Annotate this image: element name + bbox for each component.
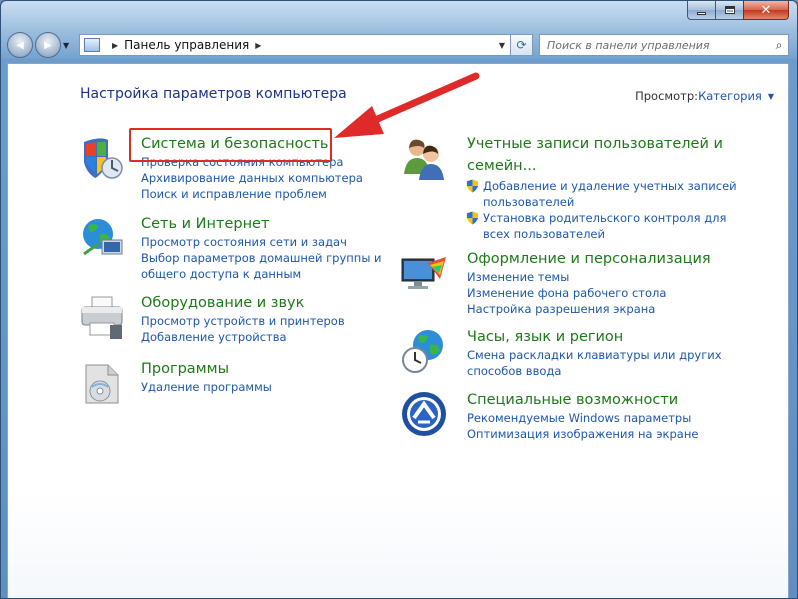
link-homegroup-options[interactable]: Выбор параметров домашней группы и bbox=[141, 250, 382, 266]
view-by-dropdown[interactable]: Категория ▼ bbox=[698, 89, 774, 103]
page-title: Настройка параметров компьютера bbox=[80, 86, 347, 102]
printer-icon bbox=[81, 296, 123, 339]
breadcrumb-separator-icon[interactable]: ▶ bbox=[112, 41, 118, 50]
link-screen-resolution[interactable]: Настройка разрешения экрана bbox=[467, 301, 655, 317]
control-panel-window: ✕ ◀ ▶ ▼ ▶ Панель управления ▶ ▼ ⟳ ⌕ Наст… bbox=[0, 0, 798, 599]
close-button[interactable]: ✕ bbox=[743, 1, 789, 20]
link-change-theme[interactable]: Изменение темы bbox=[467, 269, 569, 285]
recent-pages-dropdown[interactable]: ▼ bbox=[63, 41, 75, 50]
link-change-keyboard-line2[interactable]: способов ввода bbox=[467, 363, 561, 379]
link-optimize-display[interactable]: Оптимизация изображения на экране bbox=[467, 426, 698, 442]
category-network-internet: Сеть и Интернет Просмотр состояния сети … bbox=[78, 214, 382, 286]
address-bar[interactable]: ▶ Панель управления ▶ ▼ bbox=[79, 34, 511, 56]
link-parental-controls-line2[interactable]: всех пользователей bbox=[483, 226, 605, 242]
link-add-remove-accounts[interactable]: Добавление и удаление учетных записей bbox=[483, 178, 737, 194]
search-input[interactable] bbox=[540, 35, 770, 55]
content-pane: Настройка параметров компьютера Просмотр… bbox=[7, 63, 789, 598]
category-clock-language-region: Часы, язык и регион Смена раскладки клав… bbox=[400, 327, 722, 387]
personalization-monitor-icon bbox=[401, 257, 446, 289]
category-user-accounts: Учетные записи пользователей и семейн...… bbox=[400, 134, 737, 244]
network-globe-icon bbox=[83, 219, 123, 256]
back-arrow-icon: ◀ bbox=[16, 39, 24, 51]
category-title-clock-region[interactable]: Часы, язык и регион bbox=[467, 327, 623, 347]
forward-button[interactable]: ▶ bbox=[35, 32, 61, 58]
breadcrumb-control-panel[interactable]: Панель управления bbox=[124, 38, 249, 52]
link-sharing-options[interactable]: общего доступа к данным bbox=[141, 266, 301, 282]
chevron-down-icon: ▼ bbox=[767, 91, 774, 101]
clock-globe-icon bbox=[402, 330, 443, 373]
link-parental-controls[interactable]: Установка родительского контроля для bbox=[483, 210, 726, 226]
category-title-network-internet[interactable]: Сеть и Интернет bbox=[141, 214, 269, 234]
view-by-value: Категория bbox=[698, 89, 762, 103]
navigation-bar: ◀ ▶ ▼ ▶ Панель управления ▶ ▼ ⟳ ⌕ bbox=[7, 31, 789, 59]
programs-box-icon bbox=[85, 364, 119, 404]
link-uninstall-program[interactable]: Удаление программы bbox=[141, 379, 272, 395]
link-change-desktop-background[interactable]: Изменение фона рабочего стола bbox=[467, 285, 666, 301]
category-appearance: Оформление и персонализация Изменение те… bbox=[400, 249, 720, 319]
maximize-icon bbox=[724, 6, 735, 14]
category-title-user-accounts-line2[interactable]: семейн... bbox=[467, 156, 536, 176]
category-hardware-sound: Оборудование и звук Просмотр устройств и… bbox=[78, 293, 378, 353]
category-title-programs[interactable]: Программы bbox=[141, 359, 229, 379]
maximize-button[interactable] bbox=[715, 1, 743, 20]
category-title-hardware-sound[interactable]: Оборудование и звук bbox=[141, 293, 304, 313]
link-backup-computer[interactable]: Архивирование данных компьютера bbox=[141, 170, 363, 186]
search-box[interactable]: ⌕ bbox=[539, 34, 789, 56]
refresh-icon: ⟳ bbox=[516, 38, 527, 52]
link-add-device[interactable]: Добавление устройства bbox=[141, 329, 287, 345]
search-icon[interactable]: ⌕ bbox=[770, 38, 788, 53]
category-title-ease-of-access[interactable]: Специальные возможности bbox=[467, 390, 678, 410]
link-network-status[interactable]: Просмотр состояния сети и задач bbox=[141, 234, 347, 250]
uac-shield-icon bbox=[466, 211, 479, 225]
windows-shield-icon bbox=[84, 138, 123, 179]
category-programs: Программы Удаление программы bbox=[78, 359, 378, 419]
minimize-icon bbox=[697, 11, 706, 15]
caption-buttons: ✕ bbox=[687, 1, 789, 20]
link-add-remove-accounts-line2[interactable]: пользователей bbox=[483, 194, 574, 210]
minimize-button[interactable] bbox=[687, 1, 715, 20]
view-by-label: Просмотр: bbox=[635, 89, 698, 103]
control-panel-icon bbox=[84, 38, 100, 52]
link-change-keyboard[interactable]: Смена раскладки клавиатуры или других bbox=[467, 347, 722, 363]
forward-arrow-icon: ▶ bbox=[44, 39, 52, 51]
category-title-appearance[interactable]: Оформление и персонализация bbox=[467, 249, 711, 269]
link-recommended-settings[interactable]: Рекомендуемые Windows параметры bbox=[467, 410, 691, 426]
annotation-arrow-icon bbox=[334, 72, 480, 138]
uac-shield-icon bbox=[466, 179, 479, 193]
breadcrumb-separator-icon[interactable]: ▶ bbox=[255, 41, 261, 50]
link-devices-printers[interactable]: Просмотр устройств и принтеров bbox=[141, 313, 345, 329]
ease-of-access-icon bbox=[402, 392, 446, 436]
refresh-button[interactable]: ⟳ bbox=[511, 34, 533, 56]
close-icon: ✕ bbox=[760, 2, 772, 18]
annotation-highlight-box bbox=[129, 128, 332, 162]
back-button[interactable]: ◀ bbox=[7, 32, 33, 58]
address-history-dropdown[interactable]: ▼ bbox=[494, 41, 510, 50]
category-ease-of-access: Специальные возможности Рекомендуемые Wi… bbox=[400, 390, 720, 450]
category-title-user-accounts[interactable]: Учетные записи пользователей и bbox=[467, 134, 723, 154]
link-troubleshoot[interactable]: Поиск и исправление проблем bbox=[141, 186, 327, 202]
